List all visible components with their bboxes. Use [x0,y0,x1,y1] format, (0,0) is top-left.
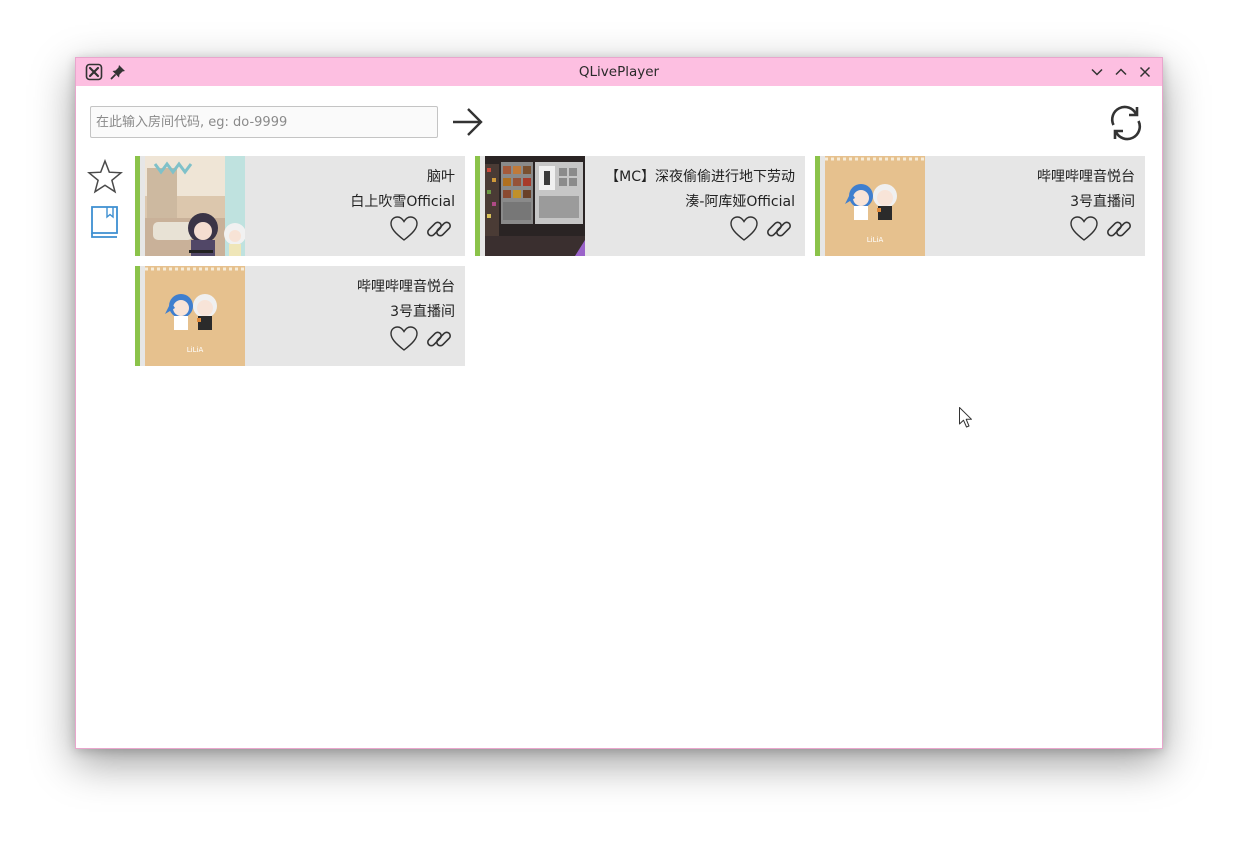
copy-link-button[interactable] [424,324,454,354]
live-indicator [135,266,140,366]
favorites-button[interactable] [86,158,124,196]
minimize-button[interactable] [1087,62,1107,82]
room-title: 哔哩哔哩音悦台 [1037,169,1135,185]
heart-icon [730,216,758,241]
favorite-button[interactable] [389,324,419,354]
room-code-input[interactable] [90,106,438,138]
arrow-right-icon [453,108,483,136]
book-icon [91,206,118,238]
room-thumbnail [485,156,585,256]
streamer-name: 白上吹雪Official [350,194,455,210]
room-thumbnail [145,156,245,256]
live-indicator [135,156,140,256]
main-area: 脑叶 白上吹雪Official [79,86,1159,745]
room-card[interactable]: LiLiA 哔哩哔哩音悦台 3号直播间 [135,266,465,366]
svg-text:LiLiA: LiLiA [867,236,884,244]
link-icon [1107,221,1131,237]
room-title: 【MC】深夜偷偷进行地下劳动 [605,169,795,185]
heart-icon [1070,216,1098,241]
link-icon [427,221,451,237]
room-card[interactable]: 脑叶 白上吹雪Official [135,156,465,256]
app-window: QLivePlayer 在此输入房间代码, eg: do-9999 脑叶 白上吹… [75,57,1163,749]
live-indicator [475,156,480,256]
favorite-button[interactable] [1069,214,1099,244]
title-bar[interactable]: QLivePlayer [76,58,1162,86]
history-button[interactable] [89,203,121,241]
star-icon [87,158,123,194]
room-thumbnail: LiLiA [825,156,925,256]
streamer-name: 3号直播间 [390,304,455,320]
copy-link-button[interactable] [1104,214,1134,244]
favorite-button[interactable] [729,214,759,244]
copy-link-button[interactable] [764,214,794,244]
svg-text:LiLiA: LiLiA [187,346,204,354]
live-indicator [815,156,820,256]
maximize-button[interactable] [1111,62,1131,82]
streamer-name: 3号直播间 [1070,194,1135,210]
close-button[interactable] [1135,62,1155,82]
link-icon [427,331,451,347]
room-card[interactable]: 【MC】深夜偷偷进行地下劳动 湊-阿库娅Official [475,156,805,256]
room-title: 脑叶 [427,169,455,185]
link-icon [767,221,791,237]
go-button[interactable] [451,106,485,138]
heart-icon [390,216,418,241]
window-title: QLivePlayer [578,64,660,80]
room-card[interactable]: LiLiA 哔哩哔哩音悦台 3号直播间 [815,156,1145,256]
streamer-name: 湊-阿库娅Official [685,194,795,210]
room-title: 哔哩哔哩音悦台 [357,279,455,295]
favorite-button[interactable] [389,214,419,244]
heart-icon [390,326,418,351]
room-thumbnail: LiLiA [145,266,245,366]
refresh-icon [1110,105,1142,141]
refresh-button[interactable] [1106,103,1146,143]
copy-link-button[interactable] [424,214,454,244]
